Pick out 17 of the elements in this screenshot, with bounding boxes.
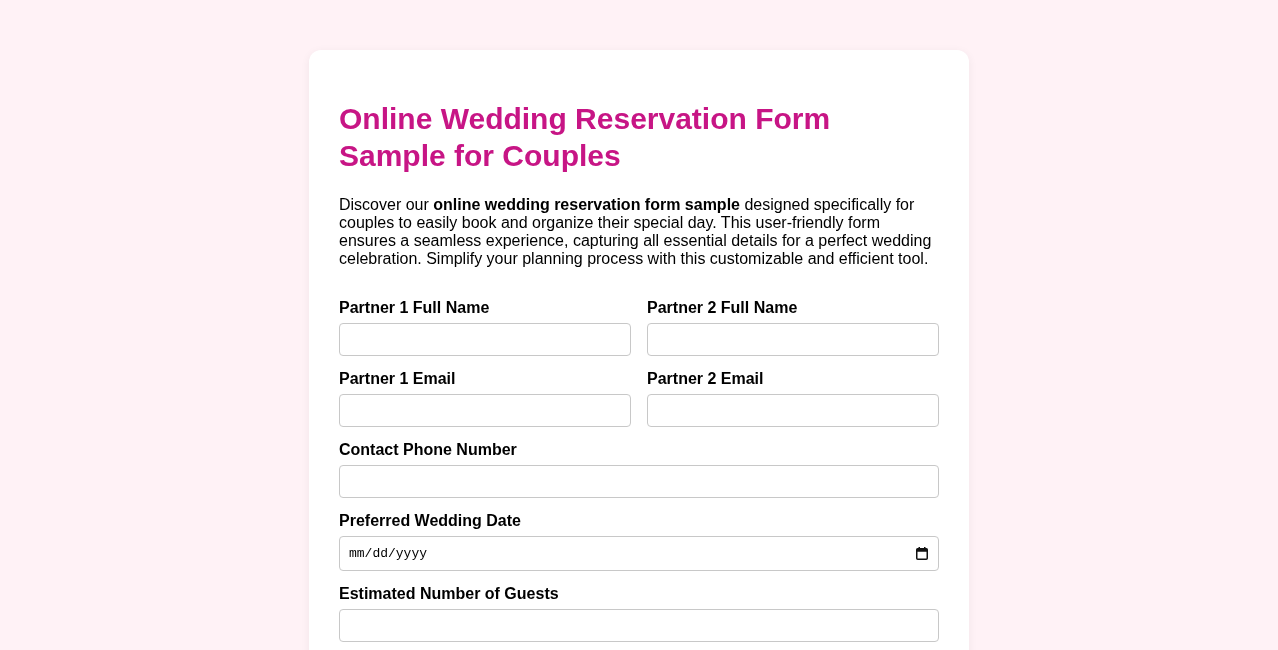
field-label: Preferred Wedding Date bbox=[339, 512, 522, 530]
field-label: Estimated Number of Guests bbox=[339, 585, 560, 603]
text-field[interactable] bbox=[339, 323, 631, 356]
form-title: Online Wedding Reservation Form Sample for Couples bbox=[339, 101, 832, 174]
intro-paragraph: Discover our online wedding reservation form sample designed specifically for couples to easily book and organize their special day. This user-friendly form ensures a seamless experience, capturing all essential details for a perfect wedding celebration. Simplify your planning process with this customizable and efficient tool. bbox=[339, 196, 933, 268]
number-field[interactable] bbox=[339, 609, 939, 642]
field-label: Partner 2 Email bbox=[647, 370, 765, 388]
calendar-icon[interactable] bbox=[916, 547, 928, 560]
text-field[interactable] bbox=[647, 323, 939, 356]
field-label: Partner 2 Full Name bbox=[647, 299, 799, 317]
field-label: Contact Phone Number bbox=[339, 441, 518, 459]
date-field[interactable]: mm/dd/yyyy bbox=[339, 536, 939, 571]
email-field[interactable] bbox=[647, 394, 939, 427]
field-label: Partner 1 Email bbox=[339, 370, 457, 388]
field-label: Partner 1 Full Name bbox=[339, 299, 491, 317]
phone-field[interactable] bbox=[339, 465, 939, 498]
email-field[interactable] bbox=[339, 394, 631, 427]
